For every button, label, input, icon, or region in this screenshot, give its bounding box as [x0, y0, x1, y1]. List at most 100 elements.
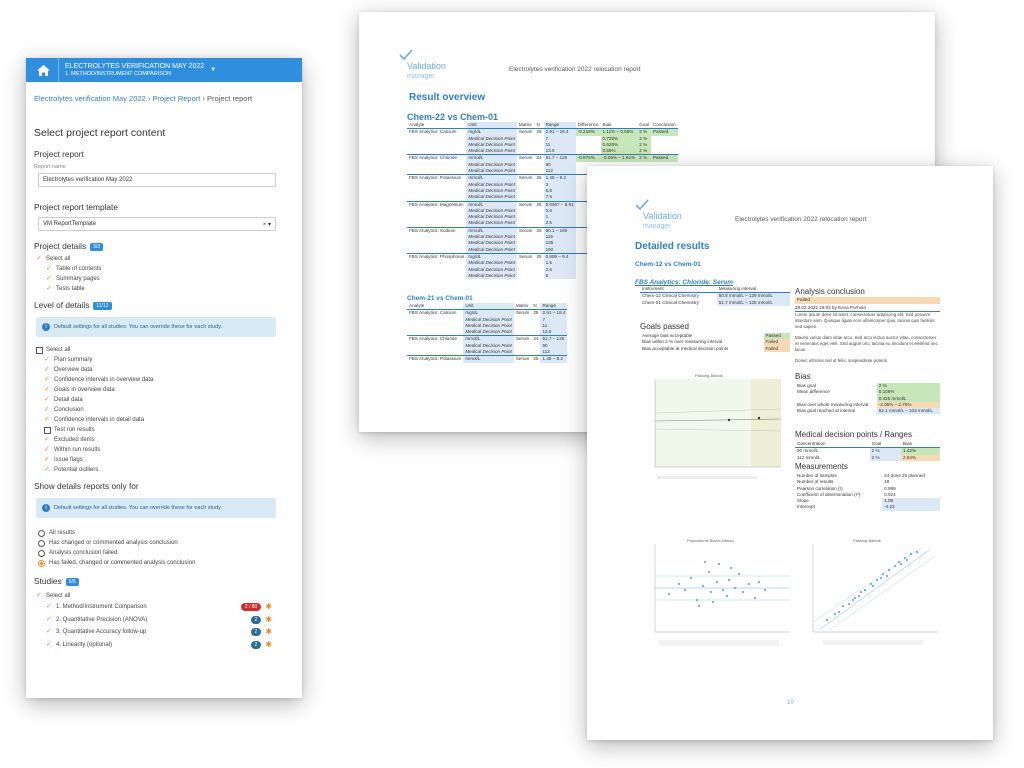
report-page-details: Validation manager Electrolytes verificat…	[587, 166, 993, 740]
breadcrumb-project-report[interactable]: Project Report	[152, 94, 200, 103]
bias-table: Bias goal 2 % Mean difference 0.106% 0.425 m…	[795, 383, 940, 415]
level-details-items: ✓ Plan summary ✓ Overview data ✓ Confidence i…	[44, 355, 302, 475]
breadcrumb-project[interactable]: Electrolytes verification May 2022	[34, 94, 146, 103]
gear-icon[interactable]: ✱	[265, 627, 272, 637]
item-label: Overview data	[54, 367, 93, 373]
table-cell	[514, 349, 532, 356]
study-item[interactable]: ✓ 2. Quantitative Precision (ANOVA) 2 ✱	[46, 614, 302, 627]
table-cell	[407, 247, 466, 254]
project-details-item[interactable]: ✓ Table of contents	[46, 264, 302, 274]
chart-legend	[823, 640, 923, 645]
study-item[interactable]: ✓ 3. Quantitative Accuracy follow-up 2 ✱	[46, 626, 302, 639]
table-cell	[517, 148, 535, 155]
table-cell: Passed	[650, 154, 678, 162]
info-icon: i	[42, 323, 50, 331]
measurements-table: Number of samples 24 done 25 planned Numbe…	[795, 473, 940, 511]
radio-option[interactable]: Has changed or commented analysis conclu…	[38, 538, 302, 548]
table-row: Chem-12 Clinical Chemistry 50.8 mmol/L – …	[640, 292, 790, 300]
table-cell	[517, 273, 535, 279]
table-cell: Medical Decision Point	[463, 329, 514, 336]
table-cell: 2.54%	[901, 454, 940, 461]
level-detail-item[interactable]: Test run results	[44, 425, 302, 435]
check-icon: ✓	[44, 366, 50, 373]
table-cell: Medical Decision Point	[463, 316, 514, 323]
column-header: Instrument	[640, 286, 717, 294]
table-cell: 112	[543, 168, 576, 175]
level-detail-item[interactable]: ✓ Confidence intervals in detail data	[44, 415, 302, 425]
top-bar: ELECTROLYTES VERIFICATION MAY 2022 1. ME…	[26, 58, 302, 82]
check-icon: ✓	[36, 255, 42, 262]
project-details-item[interactable]: ✓ Tests table	[46, 284, 302, 294]
study-item[interactable]: ✓ 1. Method/Instrument Comparison 2 / 80 ✱	[46, 601, 302, 614]
table-cell	[534, 168, 543, 175]
table-cell: Medical Decision Point	[466, 220, 517, 228]
select-all-label: Select all	[46, 593, 71, 599]
table-cell: FBS Analytics: Chloride	[409, 336, 457, 342]
study-status-pill: 2 / 80	[240, 603, 262, 612]
level-detail-item[interactable]: ✓ Overview data	[44, 365, 302, 375]
analyte-title: FBS Analytics: Chloride: Serum	[635, 279, 733, 286]
passing-bablok-chart: Passing-Bablok	[654, 373, 782, 479]
section-studies: Studies 5/5	[34, 576, 294, 586]
studies-select-all[interactable]: ✓ Select all	[36, 591, 302, 601]
gear-icon[interactable]: ✱	[265, 602, 272, 612]
study-label: 3. Quantitative Accuracy follow-up	[56, 629, 147, 636]
level-detail-item[interactable]: ✓ Confidence intervals in overview data	[44, 375, 302, 385]
data-point	[733, 586, 737, 590]
level-detail-item[interactable]: ✓ Plan summary	[44, 355, 302, 365]
radio-option[interactable]: Has failed, changed or commented analysi…	[38, 558, 302, 568]
gear-icon[interactable]: ✱	[265, 615, 272, 625]
table-cell	[576, 148, 601, 155]
column-header: Bias	[600, 122, 638, 130]
table-cell: FBS Analytics: Calcium	[409, 310, 457, 316]
radio-option[interactable]: All results	[38, 528, 302, 538]
table-cell: 25	[533, 310, 539, 316]
table-cell: Serum	[515, 356, 530, 362]
table-cell: Medical Decision Point	[466, 272, 517, 280]
data-point	[863, 588, 867, 592]
template-select[interactable]: VM ReportTemplate × ▾	[38, 217, 276, 231]
table-header: Concentration Goal Bias	[795, 441, 940, 449]
clear-icon[interactable]: ×	[263, 222, 267, 228]
gear-icon[interactable]: ✱	[265, 640, 272, 650]
conclusion-paragraph-2: Mauris varius diam vitae arcu. Sed arcu …	[795, 335, 938, 352]
chart-title: Passing-Bablok	[853, 538, 881, 543]
data-point	[897, 560, 901, 564]
data-point	[893, 564, 897, 568]
chart-legend	[659, 640, 779, 646]
count-badge: 5/5	[65, 577, 79, 586]
check-icon: ✓	[44, 356, 50, 363]
level-detail-item[interactable]: ✓ Goals in overview data	[44, 385, 302, 395]
table-cell: Medical Decision Point	[466, 194, 517, 202]
level-detail-item[interactable]: ✓ Detail data	[44, 395, 302, 405]
study-item[interactable]: ✓ 4. Linearity (optional) 2 ✱	[46, 639, 302, 652]
conclusion-status: Failed	[795, 297, 940, 304]
table-cell: FBS Analytics: Magnesium	[409, 201, 464, 207]
breadcrumb-separator: ›	[202, 94, 205, 103]
select-all-checkbox[interactable]: Select all	[36, 345, 302, 355]
level-detail-item[interactable]: ✓ Conclusion	[44, 405, 302, 415]
project-selector[interactable]: ELECTROLYTES VERIFICATION MAY 2022 1. ME…	[65, 63, 216, 78]
project-details-item[interactable]: ✓ Select all	[36, 254, 302, 264]
study-label: 1. Method/Instrument Comparison	[56, 604, 147, 611]
data-point	[711, 600, 715, 604]
radio-option[interactable]: Analysis conclusion failed	[38, 548, 302, 558]
column-header: Matrix	[513, 303, 532, 311]
level-detail-item[interactable]: ✓ Excluded items	[44, 435, 302, 445]
report-name-input[interactable]: Electrolytes verification May 2022	[38, 173, 276, 187]
level-detail-item[interactable]: ✓ Potential outliers	[44, 465, 302, 475]
table-cell	[534, 194, 543, 201]
project-details-list: ✓ Select all ✓ Table of contents ✓ Summary pa…	[36, 254, 302, 294]
table-cell: 2 %	[869, 454, 902, 461]
data-point	[881, 572, 885, 576]
home-button[interactable]	[32, 61, 54, 79]
level-detail-item[interactable]: ✓ Within run results	[44, 445, 302, 455]
data-point	[707, 570, 711, 574]
table-cell: 25	[536, 175, 542, 181]
table-cell	[514, 329, 532, 336]
section-details-only: Show details reports only for	[34, 481, 139, 491]
level-detail-item[interactable]: ✓ Issue flags	[44, 455, 302, 465]
table-cell	[407, 148, 466, 155]
project-details-item[interactable]: ✓ Summary pages	[46, 274, 302, 284]
table-cell: Medical Decision Point	[466, 266, 517, 273]
